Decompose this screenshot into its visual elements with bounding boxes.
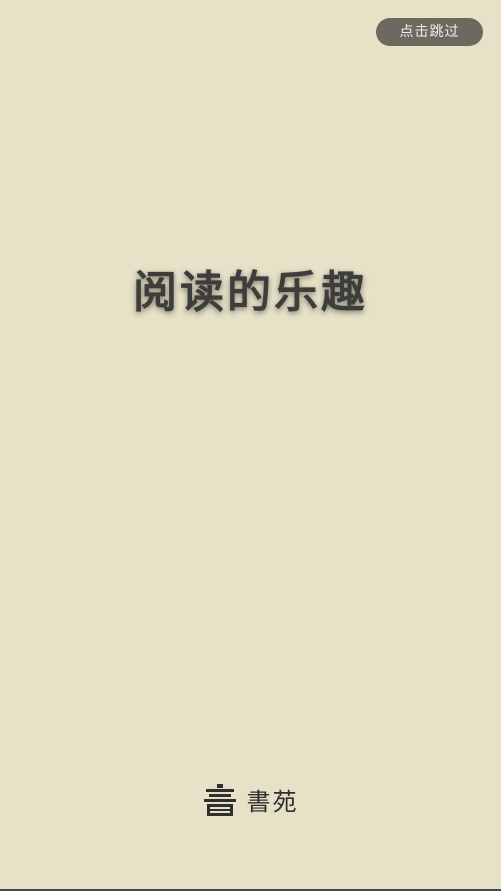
splash-slogan: 阅读的乐趣 bbox=[133, 267, 368, 318]
skip-button[interactable]: 点击跳过 bbox=[376, 18, 483, 46]
book-logo-icon bbox=[203, 783, 236, 816]
brand-footer: 書苑 bbox=[0, 782, 501, 817]
brand-name: 書苑 bbox=[246, 788, 299, 816]
